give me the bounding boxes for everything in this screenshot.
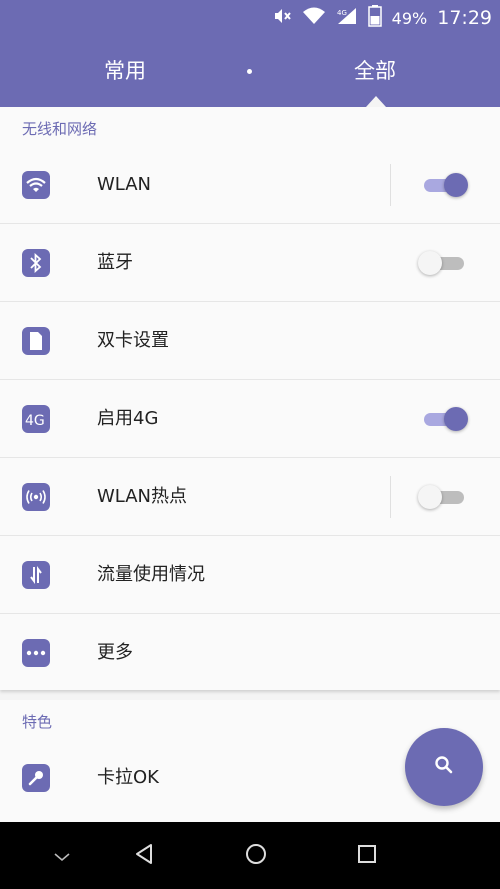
search-button[interactable]: [405, 728, 483, 806]
row-label: 启用4G: [97, 408, 159, 429]
data-usage-icon: [22, 561, 50, 589]
divider: [390, 476, 391, 518]
sim-card-icon: [22, 327, 50, 355]
search-icon: [434, 755, 454, 779]
recents-button[interactable]: [351, 840, 383, 872]
row-data-usage[interactable]: 流量使用情况: [0, 536, 500, 614]
svg-text:4G: 4G: [25, 413, 45, 428]
settings-list[interactable]: 无线和网络 WLAN 蓝牙 双卡设置 4G 启用4G WLAN热点 流量使用情况…: [0, 107, 500, 822]
back-icon: [134, 843, 154, 869]
battery-percent: 49%: [391, 8, 428, 28]
row-dual-sim[interactable]: 双卡设置: [0, 302, 500, 380]
row-label: WLAN: [97, 174, 152, 195]
4g-toggle[interactable]: [424, 407, 468, 431]
tab-selected-pointer: [366, 96, 386, 107]
row-label: 流量使用情况: [97, 564, 205, 585]
clock: 17:29: [437, 7, 492, 29]
bluetooth-icon: [22, 249, 50, 277]
wifi-icon: [302, 6, 326, 30]
collapse-button[interactable]: [46, 840, 78, 872]
toggle-knob: [444, 173, 468, 197]
back-button[interactable]: [128, 840, 160, 872]
more-icon: [22, 639, 50, 667]
signal-icon: 4G: [336, 6, 358, 30]
mute-icon: [272, 6, 292, 30]
row-label: 蓝牙: [97, 252, 133, 273]
section-wireless: 无线和网络 WLAN 蓝牙 双卡设置 4G 启用4G WLAN热点 流量使用情况…: [0, 107, 500, 690]
4g-icon: 4G: [22, 405, 50, 433]
svg-text:4G: 4G: [337, 9, 347, 17]
home-button[interactable]: [240, 840, 272, 872]
row-hotspot[interactable]: WLAN热点: [0, 458, 500, 536]
row-wlan[interactable]: WLAN: [0, 146, 500, 224]
row-more[interactable]: 更多: [0, 614, 500, 692]
row-label: WLAN热点: [97, 486, 188, 507]
toggle-knob: [418, 485, 442, 509]
home-icon: [245, 843, 267, 869]
hotspot-icon: [22, 483, 50, 511]
wifi-icon: [22, 171, 50, 199]
section-header-features: 特色: [22, 713, 53, 731]
toggle-knob: [418, 251, 442, 275]
navigation-bar: [0, 822, 500, 889]
recents-icon: [357, 844, 377, 868]
collapse-icon: [53, 847, 71, 866]
row-label: 双卡设置: [97, 330, 169, 351]
row-label: 更多: [97, 642, 133, 663]
wlan-toggle[interactable]: [424, 173, 468, 197]
toggle-knob: [444, 407, 468, 431]
row-bluetooth[interactable]: 蓝牙: [0, 224, 500, 302]
section-header-wireless: 无线和网络: [22, 120, 98, 138]
status-bar: 4G 49% 17:29: [0, 0, 500, 36]
divider: [390, 164, 391, 206]
status-icons: 4G 49% 17:29: [272, 5, 492, 31]
microphone-icon: [22, 764, 50, 792]
battery-icon: [367, 5, 382, 31]
row-label: 卡拉OK: [97, 767, 159, 788]
bluetooth-toggle[interactable]: [418, 251, 466, 275]
tab-bar: 常用 全部: [0, 36, 500, 107]
tab-common[interactable]: 常用: [25, 36, 225, 107]
tab-dot-indicator: [247, 69, 252, 74]
row-enable-4g[interactable]: 4G 启用4G: [0, 380, 500, 458]
hotspot-toggle[interactable]: [418, 485, 466, 509]
